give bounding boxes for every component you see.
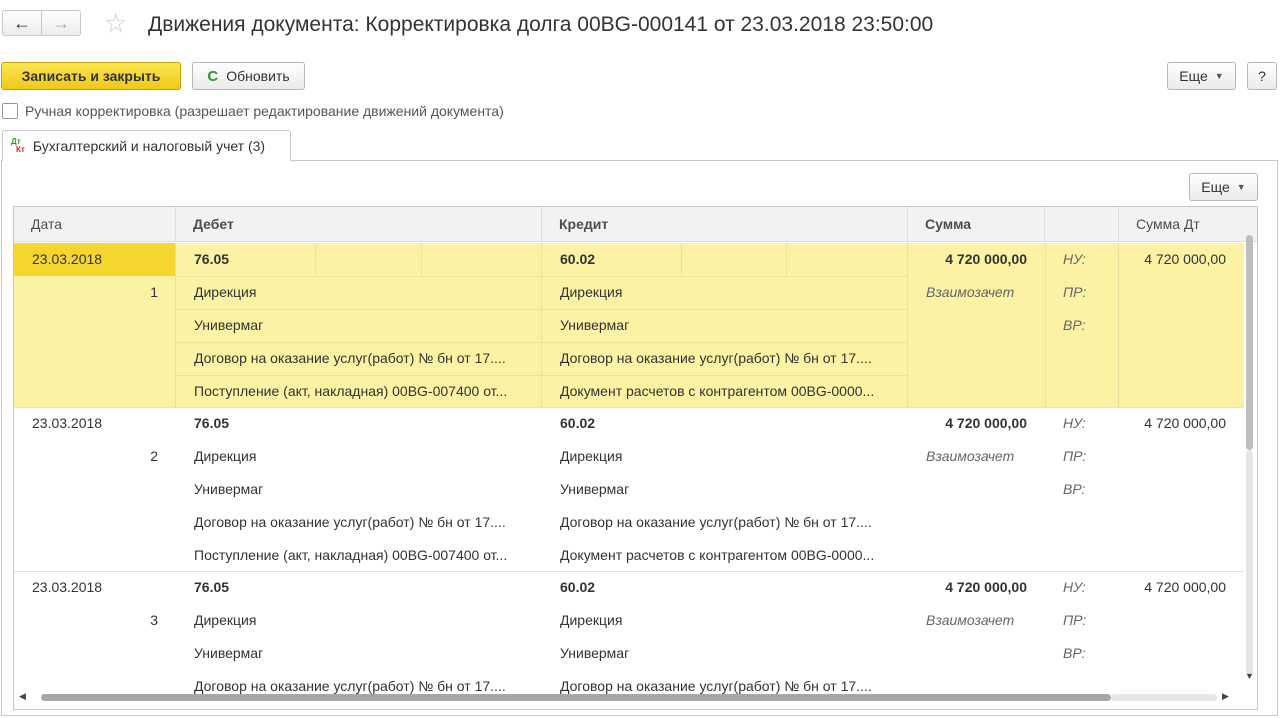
- save-and-close-button[interactable]: Записать и закрыть: [1, 62, 181, 90]
- favorite-star-icon[interactable]: ☆: [104, 10, 127, 36]
- row-number: 1: [150, 284, 158, 300]
- type-vr: ВР:: [1063, 645, 1086, 661]
- debit-account: 76.05: [194, 579, 230, 595]
- debit-account: 76.05: [194, 415, 230, 431]
- dt-kt-icon: Дт Кт: [11, 137, 25, 154]
- credit-document: Документ расчетов с контрагентом 00BG-00…: [560, 547, 875, 563]
- table-more-label: Еще: [1201, 179, 1230, 195]
- row-sum: 4 720 000,00: [945, 251, 1027, 267]
- scroll-down-arrow-icon[interactable]: ▼: [1245, 671, 1254, 681]
- save-and-close-label: Записать и закрыть: [21, 68, 161, 84]
- credit-subconto-1: Дирекция: [560, 284, 623, 300]
- horizontal-scrollbar[interactable]: ◀ ▶: [13, 690, 1243, 704]
- credit-subconto-3: Договор на оказание услуг(работ) № бн от…: [560, 350, 872, 366]
- credit-document: Документ расчетов с контрагентом 00BG-00…: [560, 383, 875, 399]
- more-label: Еще: [1179, 68, 1208, 84]
- help-button[interactable]: ?: [1247, 62, 1277, 90]
- debit-account: 76.05: [194, 251, 230, 267]
- caret-down-icon: ▼: [1236, 182, 1246, 192]
- row-sum: 4 720 000,00: [945, 415, 1027, 431]
- row-sum-note: Взаимозачет: [926, 284, 1015, 300]
- help-label: ?: [1258, 68, 1266, 84]
- debit-subconto-2: Универмаг: [194, 645, 264, 661]
- horizontal-scroll-track[interactable]: [1111, 694, 1217, 701]
- manual-edit-label[interactable]: Ручная корректировка (разрешает редактир…: [25, 103, 504, 119]
- col-sum-dt[interactable]: Сумма Дт: [1119, 207, 1257, 242]
- arrow-right-icon: →: [52, 12, 70, 33]
- type-nu: НУ:: [1063, 251, 1086, 267]
- row-date: 23.03.2018: [32, 579, 103, 595]
- debit-subconto-3: Договор на оказание услуг(работ) № бн от…: [194, 514, 506, 530]
- refresh-label: Обновить: [226, 68, 290, 84]
- credit-subconto-2: Универмаг: [560, 481, 630, 497]
- credit-account: 60.02: [560, 251, 596, 267]
- horizontal-scroll-thumb[interactable]: [41, 694, 1111, 701]
- row-number: 3: [150, 612, 158, 628]
- col-type[interactable]: [1045, 207, 1119, 242]
- page-title: Движения документа: Корректировка долга …: [148, 13, 934, 36]
- debit-subconto-1: Дирекция: [194, 448, 257, 464]
- refresh-button[interactable]: C Обновить: [192, 62, 305, 90]
- more-actions-button[interactable]: Еще ▼: [1167, 62, 1236, 90]
- vertical-scrollbar[interactable]: ▼: [1243, 235, 1257, 688]
- row-date: 23.03.2018: [32, 415, 103, 431]
- credit-account: 60.02: [560, 415, 596, 431]
- col-debit[interactable]: Дебет: [176, 207, 542, 242]
- type-nu: НУ:: [1063, 579, 1086, 595]
- row-sum: 4 720 000,00: [945, 579, 1027, 595]
- col-credit[interactable]: Кредит: [542, 207, 908, 242]
- col-sum[interactable]: Сумма: [908, 207, 1045, 242]
- type-pr: ПР:: [1063, 612, 1087, 628]
- row-number: 2: [150, 448, 158, 464]
- scroll-right-arrow-icon[interactable]: ▶: [1222, 691, 1229, 702]
- row-sum-note: Взаимозачет: [926, 448, 1015, 464]
- entries-table: Дата Дебет Кредит Сумма Сумма Дт 23.03.2…: [13, 206, 1258, 710]
- vertical-scroll-thumb[interactable]: [1246, 235, 1253, 450]
- debit-subconto-2: Универмаг: [194, 317, 264, 333]
- back-button[interactable]: ←: [2, 10, 42, 36]
- type-nu: НУ:: [1063, 415, 1086, 431]
- credit-subconto-2: Универмаг: [560, 645, 630, 661]
- forward-button[interactable]: →: [41, 10, 81, 36]
- table-header: Дата Дебет Кредит Сумма Сумма Дт: [14, 207, 1257, 242]
- scroll-left-arrow-icon[interactable]: ◀: [19, 691, 26, 702]
- type-pr: ПР:: [1063, 284, 1087, 300]
- table-row[interactable]: 23.03.2018 1 76.05 Дирекция Универмаг До…: [14, 243, 1244, 408]
- refresh-icon: C: [207, 67, 219, 85]
- debit-subconto-1: Дирекция: [194, 284, 257, 300]
- debit-document: Поступление (акт, накладная) 00BG-007400…: [194, 383, 508, 399]
- credit-subconto-2: Универмаг: [560, 317, 630, 333]
- row-date: 23.03.2018: [32, 251, 103, 267]
- row-sum-dt: 4 720 000,00: [1144, 415, 1226, 431]
- type-vr: ВР:: [1063, 481, 1086, 497]
- credit-subconto-1: Дирекция: [560, 612, 623, 628]
- manual-edit-checkbox[interactable]: [2, 103, 18, 119]
- col-date[interactable]: Дата: [14, 207, 176, 242]
- row-sum-dt: 4 720 000,00: [1144, 579, 1226, 595]
- vertical-scroll-track[interactable]: [1246, 450, 1253, 676]
- type-pr: ПР:: [1063, 448, 1087, 464]
- type-vr: ВР:: [1063, 317, 1086, 333]
- caret-down-icon: ▼: [1214, 71, 1224, 81]
- table-row[interactable]: 23.03.2018 2 76.05 Дирекция Универмаг До…: [14, 407, 1244, 572]
- credit-account: 60.02: [560, 579, 596, 595]
- row-sum-note: Взаимозачет: [926, 612, 1015, 628]
- row-sum-dt: 4 720 000,00: [1144, 251, 1226, 267]
- tab-accounting[interactable]: Дт Кт Бухгалтерский и налоговый учет (3): [2, 130, 291, 161]
- credit-subconto-3: Договор на оказание услуг(работ) № бн от…: [560, 514, 872, 530]
- credit-subconto-1: Дирекция: [560, 448, 623, 464]
- debit-subconto-3: Договор на оказание услуг(работ) № бн от…: [194, 350, 506, 366]
- debit-document: Поступление (акт, накладная) 00BG-007400…: [194, 547, 508, 563]
- arrow-left-icon: ←: [13, 12, 31, 33]
- debit-subconto-1: Дирекция: [194, 612, 257, 628]
- table-more-button[interactable]: Еще ▼: [1189, 173, 1258, 201]
- tab-accounting-label: Бухгалтерский и налоговый учет (3): [32, 138, 266, 154]
- debit-subconto-2: Универмаг: [194, 481, 264, 497]
